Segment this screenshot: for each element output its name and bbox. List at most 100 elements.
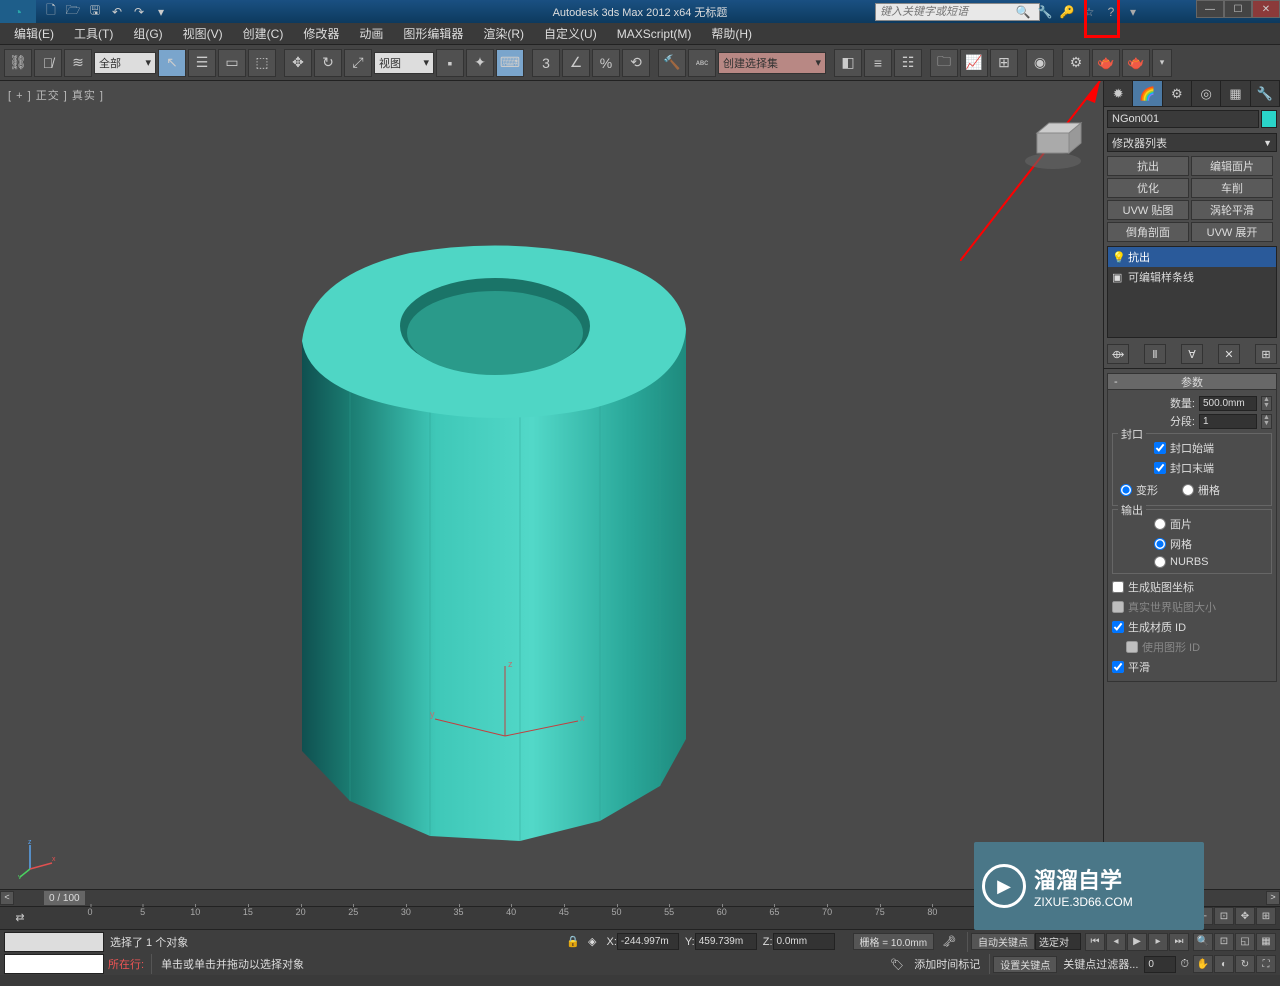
tab-hierarchy[interactable]: ⚙ — [1163, 81, 1192, 106]
key-icon[interactable]: 🔑 — [1058, 4, 1076, 20]
rotate-icon[interactable]: ↻ — [314, 49, 342, 77]
align-icon[interactable]: ≡ — [864, 49, 892, 77]
capend-checkbox[interactable] — [1154, 462, 1166, 474]
tag-icon[interactable]: 🏷 — [886, 958, 908, 971]
play-icon[interactable]: ▶ — [1127, 933, 1147, 951]
time-slider[interactable]: 0 / 100 — [44, 891, 85, 905]
render-icon[interactable]: 🫖 — [1122, 49, 1150, 77]
autokey-button[interactable]: 自动关键点 — [971, 933, 1035, 950]
frame-input[interactable]: 0 — [1144, 956, 1176, 973]
smooth-checkbox[interactable] — [1112, 661, 1124, 673]
gotoend-icon[interactable]: ⏭ — [1169, 933, 1189, 951]
tab-motion[interactable]: ◎ — [1192, 81, 1221, 106]
remove-icon[interactable]: ✕ — [1218, 344, 1240, 364]
open-icon[interactable]: 🗁 — [64, 3, 82, 21]
scale-icon[interactable]: ⤢ — [344, 49, 372, 77]
zoomall-icon[interactable]: ⊡ — [1214, 933, 1234, 951]
schematic-icon[interactable]: ⊞ — [990, 49, 1018, 77]
timeconfig2-icon[interactable]: ⏱ — [1176, 958, 1193, 971]
pivot-icon[interactable]: ▪ — [436, 49, 464, 77]
nurbs-radio[interactable] — [1154, 556, 1166, 568]
gizmo[interactable]: z x y — [420, 661, 590, 781]
selset-combo[interactable]: 创建选择集▾ — [718, 52, 826, 74]
menu-tools[interactable]: 工具(T) — [64, 23, 123, 44]
amount-spinner[interactable]: ▲▼ — [1261, 396, 1272, 411]
mod-optimize-button[interactable]: 优化 — [1107, 178, 1189, 198]
viewcube[interactable] — [1021, 111, 1085, 175]
save-icon[interactable]: 🖫 — [86, 3, 104, 21]
menu-group[interactable]: 组(G) — [123, 23, 172, 44]
mod-editpatch-button[interactable]: 编辑面片 — [1191, 156, 1273, 176]
orbit-icon[interactable]: ↻ — [1235, 955, 1255, 973]
new-icon[interactable]: 🗋 — [42, 3, 60, 21]
angle-snap-icon[interactable]: ∠ — [562, 49, 590, 77]
pan-icon[interactable]: ✋ — [1193, 955, 1213, 973]
nextframe-icon[interactable]: ▸ — [1148, 933, 1168, 951]
keyfilter-link[interactable]: 关键点过滤器... — [1057, 956, 1144, 972]
help-icon[interactable]: ? — [1102, 4, 1120, 20]
zoomext-icon[interactable]: ◱ — [1235, 933, 1255, 951]
selcenter-icon[interactable]: ◈ — [584, 935, 600, 948]
zoom-icon[interactable]: 🔍 — [1193, 933, 1213, 951]
help-dropdown-icon[interactable]: ▾ — [1124, 4, 1142, 20]
timeconfig-icon[interactable]: ⇄ — [0, 907, 40, 927]
genmap-checkbox[interactable] — [1112, 581, 1124, 593]
redo-icon[interactable]: ↷ — [130, 3, 148, 21]
modifier-list-dropdown[interactable]: 修改器列表▼ — [1107, 133, 1277, 152]
mod-lathe-button[interactable]: 车削 — [1191, 178, 1273, 198]
abc-icon[interactable]: ᴀʙᴄ — [688, 49, 716, 77]
nav3-icon[interactable]: ✥ — [1235, 907, 1255, 925]
grid-radio[interactable] — [1182, 484, 1194, 496]
close-button[interactable]: ✕ — [1252, 0, 1280, 18]
render-setup-icon[interactable]: ⚙ — [1062, 49, 1090, 77]
rect-sel-icon[interactable]: ▭ — [218, 49, 246, 77]
menu-custom[interactable]: 自定义(U) — [534, 23, 607, 44]
unique-icon[interactable]: ∀ — [1181, 344, 1203, 364]
menu-graph[interactable]: 图形编辑器 — [393, 23, 473, 44]
segs-spinner[interactable]: ▲▼ — [1261, 414, 1272, 429]
object-name-input[interactable] — [1107, 110, 1259, 128]
percent-snap-icon[interactable]: % — [592, 49, 620, 77]
mod-turbosmooth-button[interactable]: 涡轮平滑 — [1191, 200, 1273, 220]
mod-chamfer-button[interactable]: 倒角剖面 — [1107, 222, 1189, 242]
snap3-icon[interactable]: 3 — [532, 49, 560, 77]
rollout-header[interactable]: -参数 — [1107, 373, 1277, 390]
menu-help[interactable]: 帮助(H) — [701, 23, 762, 44]
segs-input[interactable] — [1199, 414, 1257, 429]
morph-radio[interactable] — [1120, 484, 1132, 496]
useshape-checkbox[interactable] — [1126, 641, 1138, 653]
script-input[interactable] — [4, 954, 104, 974]
spinner-snap-icon[interactable]: ⟲ — [622, 49, 650, 77]
x-input[interactable]: -244.997m — [617, 933, 679, 950]
y-input[interactable]: 459.739m — [695, 933, 757, 950]
minimize-button[interactable]: — — [1196, 0, 1224, 18]
bind-icon[interactable]: ≋ — [64, 49, 92, 77]
realworld-checkbox[interactable] — [1112, 601, 1124, 613]
genmat-checkbox[interactable] — [1112, 621, 1124, 633]
time-prev[interactable]: < — [0, 891, 14, 905]
viewport-label[interactable]: [ + ] 正交 ] 真实 ] — [8, 87, 104, 103]
tab-display[interactable]: ▦ — [1221, 81, 1250, 106]
stack-extrude[interactable]: 💡抗出 — [1108, 247, 1276, 267]
filter-combo[interactable]: 全部▾ — [94, 52, 156, 74]
mirror-icon[interactable]: ◧ — [834, 49, 862, 77]
prevframe-icon[interactable]: ◂ — [1106, 933, 1126, 951]
setkey-button[interactable]: 设置关键点 — [993, 956, 1057, 973]
lock-icon[interactable]: 🔒 — [562, 935, 584, 948]
walk-icon[interactable]: ◐ — [1214, 955, 1234, 973]
mesh-radio[interactable] — [1154, 538, 1166, 550]
tab-utilities[interactable]: 🔧 — [1251, 81, 1280, 106]
render-dropdown-icon[interactable]: ▾ — [1152, 49, 1172, 77]
script-listener[interactable] — [4, 932, 104, 952]
star-icon[interactable]: ☆ — [1080, 4, 1098, 20]
menu-edit[interactable]: 编辑(E) — [4, 23, 64, 44]
viewport[interactable]: [ + ] 正交 ] 真实 ] — [0, 81, 1104, 889]
pin-icon[interactable]: ⟴ — [1107, 344, 1129, 364]
kbd-icon[interactable]: ⌨ — [496, 49, 524, 77]
tab-modify[interactable]: 🌈 — [1133, 81, 1162, 106]
show-end-icon[interactable]: Ⅱ — [1144, 344, 1166, 364]
menu-anim[interactable]: 动画 — [349, 23, 393, 44]
nav2-icon[interactable]: ⊡ — [1214, 907, 1234, 925]
binoculars-icon[interactable]: 🔍 — [1014, 4, 1032, 20]
teapot-render-icon[interactable]: 🫖 — [1092, 49, 1120, 77]
